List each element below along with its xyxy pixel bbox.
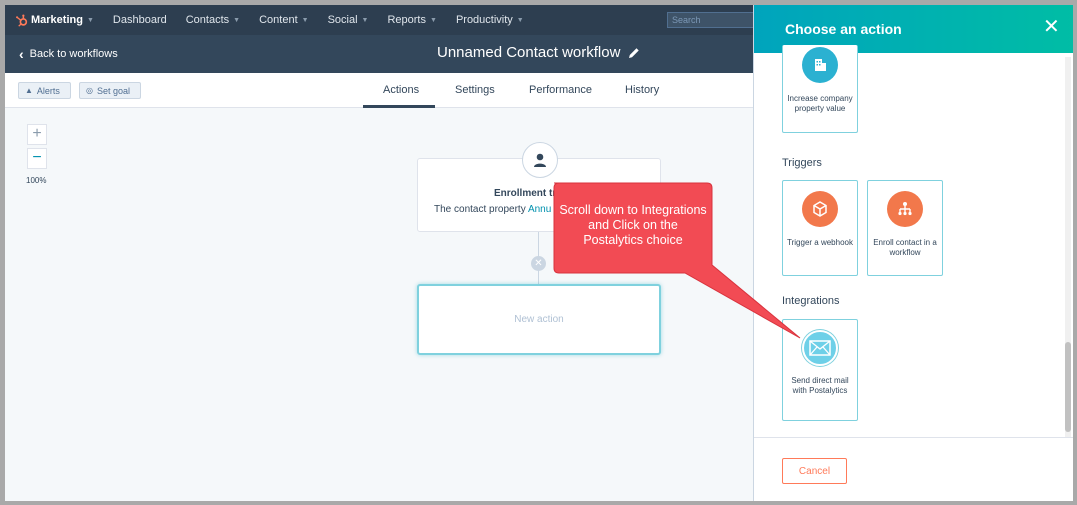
workflow-canvas[interactable]: + − 100% Enrollment tr The contact prope…	[5, 108, 755, 501]
tile-label: Trigger a webhook	[787, 238, 853, 247]
workflow-icon	[887, 191, 923, 227]
building-icon	[802, 47, 838, 83]
nav-content[interactable]: Content ▼	[259, 14, 308, 26]
panel-footer: Cancel	[754, 437, 1073, 501]
nav-productivity[interactable]: Productivity ▼	[456, 14, 524, 26]
set-goal-label: Set goal	[96, 85, 131, 96]
new-action-label: New action	[514, 314, 564, 325]
tile-label: Send direct mail with Postalytics	[791, 376, 849, 395]
workflow-title-text: Unnamed Contact workflow	[437, 44, 621, 61]
chevron-down-icon: ▼	[233, 16, 241, 24]
nav-label: Social	[327, 14, 358, 26]
nav-label: Contacts	[185, 14, 230, 26]
enrollment-desc-link[interactable]: Annu	[528, 204, 551, 215]
zoom-out-button[interactable]: −	[27, 148, 47, 169]
nav-label: Dashboard	[112, 14, 167, 26]
app-frame: Marketing ▼ Dashboard Contacts ▼ Content…	[5, 5, 1073, 501]
chevron-down-icon: ▼	[430, 16, 437, 24]
envelope-icon	[802, 330, 838, 366]
enrollment-desc-text: The contact property	[434, 204, 528, 215]
tile-label: Increase company property value	[787, 94, 853, 113]
tab-actions[interactable]: Actions	[383, 84, 419, 96]
target-icon: ◎	[86, 86, 93, 95]
panel-title: Choose an action	[785, 21, 902, 37]
nav-label: Reports	[387, 14, 426, 26]
brand-label: Marketing	[31, 14, 83, 26]
nav-label: Content	[259, 14, 298, 26]
enrollment-description: The contact property Annu	[434, 204, 551, 215]
triggers-heading: Triggers	[782, 157, 822, 169]
integrations-heading: Integrations	[782, 295, 840, 307]
panel-scrollbar[interactable]	[1065, 57, 1071, 437]
alerts-button[interactable]: ▲ Alerts	[18, 82, 71, 99]
tab-performance[interactable]: Performance	[529, 84, 592, 96]
increase-company-property-tile[interactable]: Increase company property value	[782, 45, 858, 133]
cube-icon	[802, 191, 838, 227]
annotation-text: Scroll down to Integrations and Click on…	[559, 203, 707, 247]
set-goal-button[interactable]: ◎ Set goal	[79, 82, 141, 99]
chevron-down-icon: ▼	[361, 16, 369, 24]
scrollbar-thumb[interactable]	[1065, 342, 1071, 432]
nav-reports[interactable]: Reports ▼	[387, 14, 436, 26]
nav-social[interactable]: Social ▼	[328, 14, 369, 26]
alerts-label: Alerts	[36, 85, 60, 96]
nav-contacts[interactable]: Contacts ▼	[186, 14, 240, 26]
warning-icon: ▲	[25, 86, 33, 95]
nav-label: Productivity	[455, 14, 513, 26]
back-to-workflows-link[interactable]: ‹ Back to workflows	[19, 46, 118, 62]
close-icon[interactable]: ✕	[1043, 17, 1060, 37]
choose-action-panel: Choose an action ✕ Increase company prop…	[753, 5, 1073, 501]
tab-settings[interactable]: Settings	[455, 84, 495, 96]
chevron-left-icon: ‹	[19, 46, 24, 62]
nav-dashboard[interactable]: Dashboard	[113, 14, 167, 26]
tab-history[interactable]: History	[625, 84, 659, 96]
back-label: Back to workflows	[29, 48, 118, 60]
enroll-in-workflow-tile[interactable]: Enroll contact in a workflow	[867, 180, 943, 276]
tile-label: Enroll contact in a workflow	[873, 238, 937, 257]
enrollment-title: Enrollment tr	[494, 188, 557, 199]
chevron-down-icon: ▼	[516, 16, 524, 24]
chevron-down-icon: ▼	[86, 16, 94, 24]
workflow-header: ‹ Back to workflows Unnamed Contact work…	[5, 35, 755, 73]
postalytics-tile[interactable]: Send direct mail with Postalytics	[782, 319, 858, 421]
remove-connector-icon[interactable]: ✕	[531, 256, 546, 271]
contact-icon	[522, 142, 558, 178]
brand[interactable]: Marketing ▼	[15, 14, 94, 27]
chevron-down-icon: ▼	[301, 16, 309, 24]
workflow-title[interactable]: Unnamed Contact workflow	[437, 44, 640, 61]
trigger-webhook-tile[interactable]: Trigger a webhook	[782, 180, 858, 276]
zoom-in-button[interactable]: +	[27, 124, 47, 145]
search-input[interactable]: Search	[667, 12, 757, 28]
cancel-button[interactable]: Cancel	[782, 458, 847, 484]
search-placeholder: Search	[672, 15, 701, 25]
new-action-card[interactable]: New action	[417, 284, 661, 355]
zoom-level: 100%	[26, 176, 47, 185]
pencil-icon[interactable]	[628, 47, 640, 59]
workflow-toolbar: ▲ Alerts ◎ Set goal Actions Settings Per…	[5, 73, 755, 108]
hubspot-sprocket-icon	[16, 14, 28, 27]
